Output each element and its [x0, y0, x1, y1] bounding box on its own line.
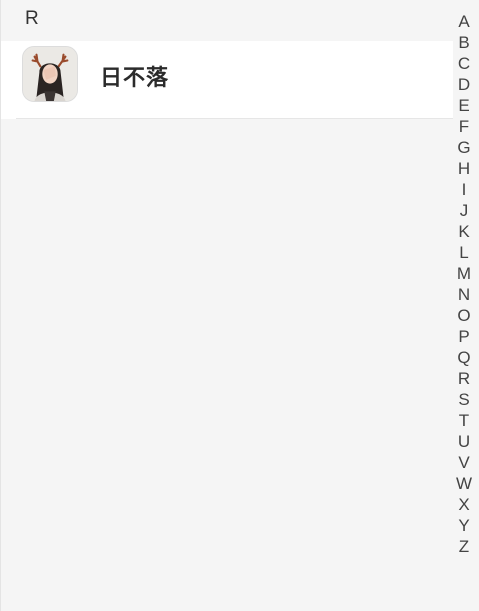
index-letter-l[interactable]: L [459, 242, 468, 263]
section-header: R [25, 8, 39, 29]
index-letter-q[interactable]: Q [457, 347, 470, 368]
index-letter-u[interactable]: U [458, 431, 470, 452]
avatar[interactable] [22, 46, 78, 102]
index-letter-t[interactable]: T [459, 410, 469, 431]
index-letter-r[interactable]: R [458, 368, 470, 389]
index-letter-b[interactable]: B [458, 32, 469, 53]
index-letter-k[interactable]: K [458, 221, 469, 242]
index-letter-y[interactable]: Y [458, 515, 469, 536]
index-letter-e[interactable]: E [458, 95, 469, 116]
alphabet-index-bar[interactable]: ABCDEFGHIJKLMNOPQRSTUVWXYZ [455, 11, 473, 557]
row-divider [16, 118, 453, 119]
index-letter-g[interactable]: G [457, 137, 470, 158]
index-letter-c[interactable]: C [458, 53, 470, 74]
index-letter-o[interactable]: O [457, 305, 470, 326]
index-letter-h[interactable]: H [458, 158, 470, 179]
index-letter-v[interactable]: V [458, 452, 469, 473]
index-letter-f[interactable]: F [459, 116, 469, 137]
index-letter-n[interactable]: N [458, 284, 470, 305]
index-letter-s[interactable]: S [458, 389, 469, 410]
index-letter-a[interactable]: A [458, 11, 469, 32]
index-letter-d[interactable]: D [458, 74, 470, 95]
contact-name: 日不落 [100, 65, 170, 90]
index-letter-p[interactable]: P [458, 326, 469, 347]
index-letter-j[interactable]: J [460, 200, 469, 221]
avatar-photo-icon [23, 47, 77, 101]
index-letter-w[interactable]: W [456, 473, 472, 494]
contact-row[interactable]: 日不落 [1, 41, 453, 119]
index-letter-i[interactable]: I [462, 179, 467, 200]
index-letter-x[interactable]: X [458, 494, 469, 515]
index-letter-m[interactable]: M [457, 263, 471, 284]
index-letter-z[interactable]: Z [459, 536, 469, 557]
